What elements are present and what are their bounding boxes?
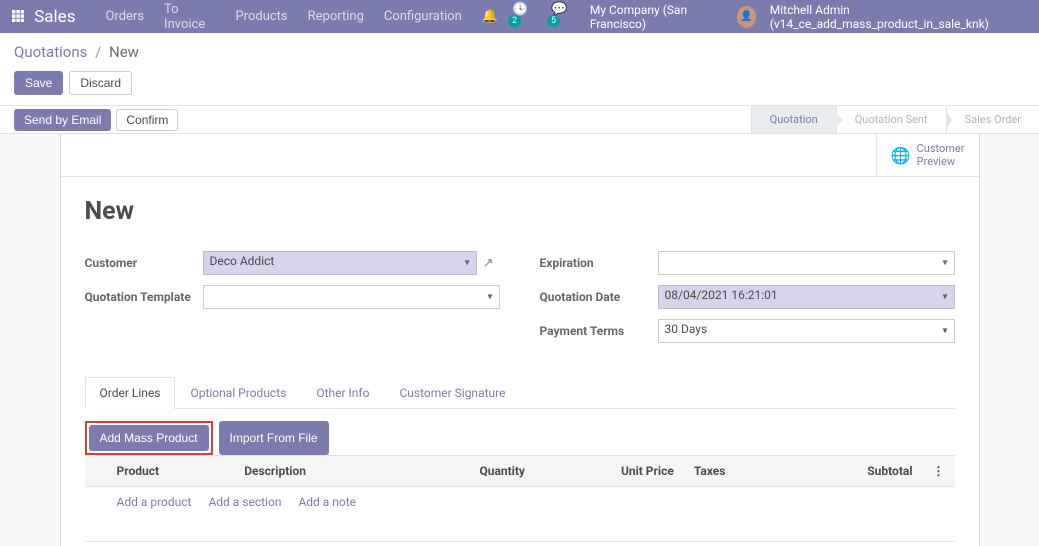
- status-sales-order[interactable]: Sales Order: [946, 106, 1039, 133]
- breadcrumb-sep: /: [95, 43, 101, 61]
- tabs: Order Lines Optional Products Other Info…: [85, 376, 955, 409]
- col-kebab[interactable]: ⋮: [923, 456, 955, 487]
- confirm-button[interactable]: Confirm: [116, 109, 178, 131]
- company-switcher[interactable]: My Company (San Francisco): [590, 3, 723, 31]
- expiration-label: Expiration: [540, 256, 658, 270]
- add-mass-product-button[interactable]: Add Mass Product: [89, 425, 209, 451]
- col-description: Description: [234, 456, 401, 487]
- add-section-link[interactable]: Add a section: [208, 495, 281, 509]
- customer-select[interactable]: Deco Addict ▾: [203, 251, 477, 275]
- nav-orders[interactable]: Orders: [105, 9, 144, 24]
- brand[interactable]: Sales: [34, 7, 75, 27]
- col-taxes: Taxes: [684, 456, 789, 487]
- main-navbar: Sales Orders To Invoice Products Reporti…: [0, 0, 1039, 33]
- apps-icon[interactable]: [12, 10, 24, 24]
- avatar[interactable]: 👤: [737, 6, 756, 28]
- nav-reporting[interactable]: Reporting: [308, 9, 364, 24]
- add-note-link[interactable]: Add a note: [298, 495, 356, 509]
- globe-icon: 🌐: [891, 146, 911, 165]
- expiration-input[interactable]: ▾: [658, 251, 955, 275]
- nav-configuration[interactable]: Configuration: [384, 9, 462, 24]
- tab-order-lines[interactable]: Order Lines: [85, 377, 176, 409]
- status-quotation-sent[interactable]: Quotation Sent: [836, 106, 946, 133]
- external-link-icon[interactable]: ↗: [483, 256, 494, 271]
- template-select[interactable]: ▾: [203, 285, 500, 309]
- button-box: 🌐 Customer Preview: [61, 134, 979, 177]
- status-quotation[interactable]: Quotation: [751, 106, 836, 133]
- user-menu[interactable]: Mitchell Admin (v14_ce_add_mass_product_…: [770, 3, 1027, 31]
- page-title: New: [85, 197, 955, 226]
- import-from-file-button[interactable]: Import From File: [219, 421, 329, 455]
- add-product-link[interactable]: Add a product: [117, 495, 192, 509]
- drag-col: [85, 456, 107, 487]
- breadcrumb-current: New: [109, 43, 139, 61]
- stat-line2: Preview: [917, 155, 965, 168]
- customer-label: Customer: [85, 256, 203, 270]
- save-button[interactable]: Save: [14, 71, 63, 95]
- tab-optional-products[interactable]: Optional Products: [175, 377, 301, 409]
- nav-to-invoice[interactable]: To Invoice: [164, 2, 215, 32]
- col-subtotal: Subtotal: [789, 456, 922, 487]
- date-label: Quotation Date: [540, 290, 658, 304]
- systray: 🔔 🕓2 💬5 My Company (San Francisco) 👤 Mit…: [482, 2, 1027, 32]
- template-label: Quotation Template: [85, 290, 203, 304]
- form-sheet: 🌐 Customer Preview New Customer Deco Add…: [60, 134, 980, 546]
- caret-down-icon: ▾: [465, 258, 470, 269]
- caret-down-icon: ▾: [942, 258, 947, 269]
- send-email-button[interactable]: Send by Email: [14, 109, 111, 131]
- caret-down-icon: ▾: [942, 292, 947, 303]
- col-unit-price: Unit Price: [535, 456, 684, 487]
- caret-down-icon: ▾: [487, 292, 492, 303]
- col-quantity: Quantity: [401, 456, 535, 487]
- form-scroll-area[interactable]: 🌐 Customer Preview New Customer Deco Add…: [0, 134, 1039, 546]
- activities-icon[interactable]: 🕓2: [512, 2, 537, 32]
- caret-down-icon: ▾: [942, 326, 947, 337]
- order-lines-table: Product Description Quantity Unit Price …: [85, 455, 955, 517]
- tab-customer-signature[interactable]: Customer Signature: [384, 377, 520, 409]
- nav-products[interactable]: Products: [235, 9, 287, 24]
- discard-button[interactable]: Discard: [69, 71, 132, 95]
- table-add-row: Add a product Add a section Add a note: [85, 487, 955, 518]
- tab-other-info[interactable]: Other Info: [301, 377, 384, 409]
- payment-terms-select[interactable]: 30 Days ▾: [658, 319, 955, 343]
- payment-terms-label: Payment Terms: [540, 324, 658, 338]
- control-panel: Quotations / New Save Discard: [0, 33, 1039, 106]
- col-product: Product: [107, 456, 235, 487]
- breadcrumb-root[interactable]: Quotations: [14, 43, 87, 61]
- date-input[interactable]: 08/04/2021 16:21:01 ▾: [658, 285, 955, 309]
- highlight-annotation: Add Mass Product: [85, 421, 213, 455]
- breadcrumb: Quotations / New: [14, 43, 1025, 61]
- messages-icon[interactable]: 💬5: [551, 2, 576, 32]
- notification-icon[interactable]: 🔔: [482, 9, 498, 24]
- statusbar: Send by Email Confirm Quotation Quotatio…: [0, 106, 1039, 134]
- customer-preview-button[interactable]: 🌐 Customer Preview: [876, 134, 979, 176]
- stat-line1: Customer: [917, 142, 965, 155]
